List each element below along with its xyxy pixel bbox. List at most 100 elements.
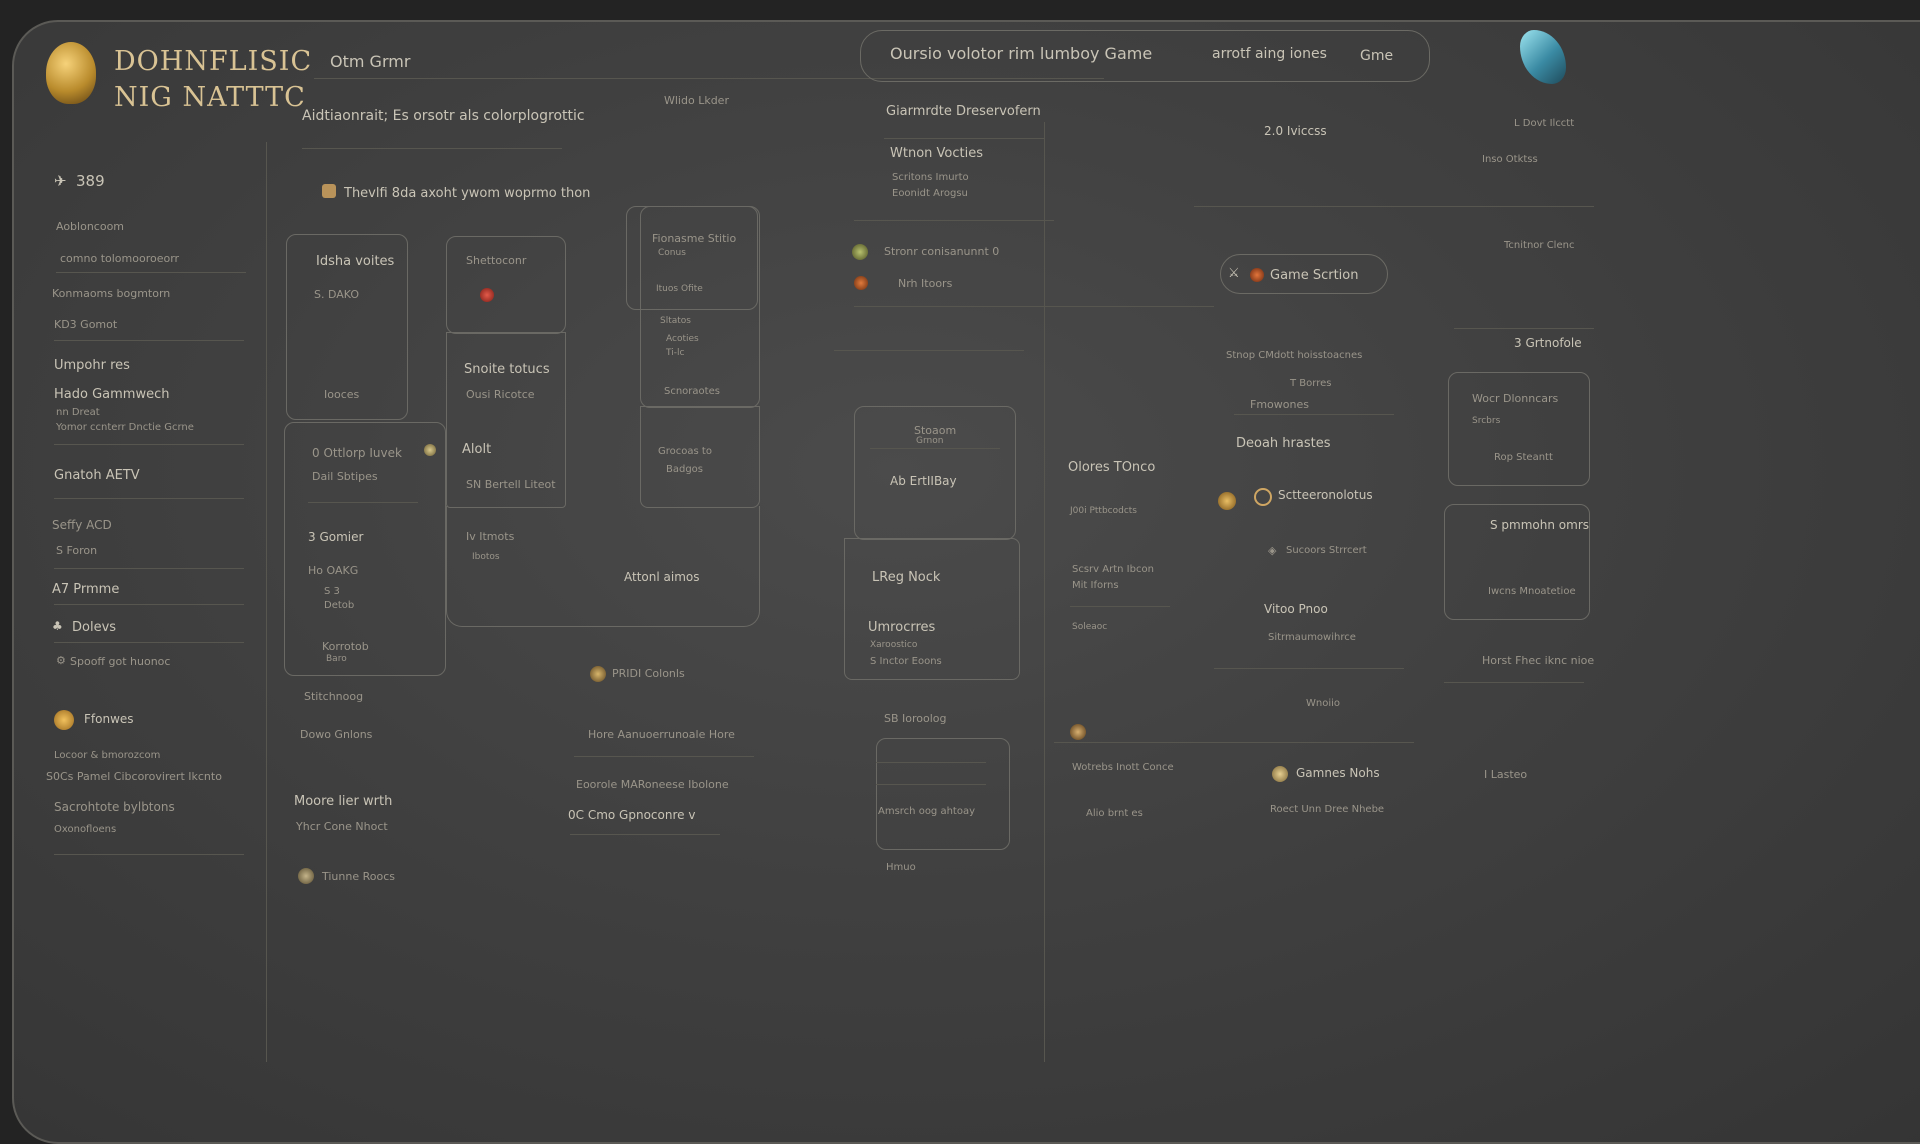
mr-divider	[884, 138, 1044, 139]
right-row: Deoah hrastes	[1236, 436, 1331, 451]
center-lower-label: Attonl aimos	[624, 570, 700, 584]
card-2-lower-title: Alolt	[462, 442, 492, 457]
mr-card-row: Ab ErtIIBay	[890, 474, 957, 488]
center-divider	[574, 756, 754, 757]
nav-divider	[54, 642, 244, 643]
card-1-title: Idsha voites	[316, 254, 395, 269]
card-3-row: Badgos	[666, 464, 704, 475]
badge-icon: ♣	[52, 619, 63, 633]
hore-label: Hore Aanuoerrunoale Hore	[588, 728, 735, 741]
right-st-label: Sctteeronolotus	[1278, 488, 1373, 502]
nav-divider	[54, 604, 244, 605]
mr-item-sub: Scritons Imurto	[892, 172, 969, 183]
stroke-label-2: Dowo Gnlons	[300, 728, 373, 741]
token-icon	[298, 868, 314, 884]
hint-icon	[322, 184, 336, 198]
card-1-foot: Iooces	[324, 388, 360, 401]
right-sh-label: Sucoors Strrcert	[1286, 545, 1367, 556]
ruby-icon	[480, 288, 494, 302]
mr-divider	[876, 784, 986, 785]
far-label: Srcbrs	[1472, 416, 1501, 426]
mr-item-title: Wtnon Vocties	[890, 146, 983, 161]
center-lower-panel	[446, 506, 760, 627]
glory-label: Olores TOnco	[1068, 460, 1156, 475]
gem-icon: ◈	[1268, 544, 1277, 557]
nav-item[interactable]: Locoor & bmorozcom	[54, 750, 160, 761]
far-label: Wocr Dlonncars	[1472, 392, 1559, 405]
coin-icon	[1272, 766, 1288, 782]
compass-icon	[852, 244, 868, 260]
mr-u-row: S Inctor Eoons	[870, 656, 942, 667]
far-card[interactable]	[1448, 372, 1590, 486]
nav-item[interactable]: Hado Gammwech	[54, 387, 169, 402]
right-divider	[1054, 742, 1414, 743]
sword-icon: ⚔	[1228, 266, 1240, 281]
brand-title: DOHNFLISIC	[114, 46, 313, 77]
mr-divider	[854, 220, 1054, 221]
card-4-title: 0 Ottlorp Iuvek	[312, 446, 402, 460]
nav-item[interactable]: Umpohr res	[54, 358, 130, 373]
game-button[interactable]: Gme	[1360, 48, 1393, 64]
right-divider	[1070, 606, 1170, 607]
nav-item[interactable]: Ffonwes	[84, 712, 134, 726]
nav-item[interactable]: Oxonofloens	[54, 824, 116, 835]
card-3-foot: Scnoraotes	[664, 386, 720, 397]
left-nav-count: 389	[76, 172, 105, 190]
far-label: 3 Grtnofole	[1514, 336, 1582, 350]
vitro-label: Vitoo Pnoo	[1264, 602, 1328, 616]
dc-label: 0C Cmo Gpnoconre v	[568, 808, 696, 822]
nav-item[interactable]: comno tolomooroeorr	[60, 252, 179, 265]
column-divider	[266, 142, 267, 1062]
card-3-row: Sltatos	[660, 316, 691, 326]
card-4-t7: Baro	[326, 654, 347, 664]
nav-item[interactable]: Gnatoh AETV	[54, 468, 140, 483]
nav-item[interactable]: Sacrohtote bylbtons	[54, 800, 175, 814]
nav-item[interactable]: KD3 Gomot	[54, 318, 117, 331]
nav-item[interactable]: S0Cs Pamel Cibcorovirert Ikcnto	[46, 770, 222, 783]
shield-icon	[54, 710, 74, 730]
gear-icon: ⚙	[56, 654, 66, 667]
nav-divider	[54, 340, 244, 341]
nav-item[interactable]: Konmaoms bogmtorn	[52, 287, 170, 300]
ring-icon	[1254, 488, 1272, 506]
nav-item[interactable]: Seffy ACD	[52, 518, 112, 532]
far-label: Horst Fhec iknc nioe	[1482, 654, 1595, 667]
nav-item[interactable]: Spooff got huonoc	[70, 655, 170, 668]
nav-item[interactable]: A7 Prmme	[52, 582, 119, 597]
game-section-label[interactable]: Game Scrtion	[1270, 268, 1358, 283]
nav-item[interactable]: Aobloncoom	[56, 220, 124, 233]
nav-divider	[54, 444, 244, 445]
card-3-lower[interactable]	[640, 406, 760, 508]
vitro-sub: Sitrmaumowihrce	[1268, 632, 1356, 643]
nav-link-home[interactable]: Otm Grmr	[330, 52, 410, 71]
card-2-mid-sub: Ousi Ricotce	[466, 388, 535, 401]
far-label: S pmmohn omrs	[1490, 518, 1590, 532]
mr-bottom: Hmuo	[886, 862, 916, 873]
more-label[interactable]: Moore lier wrth	[294, 794, 392, 809]
pin-label: PRIDI Colonls	[612, 667, 685, 680]
card-2[interactable]	[446, 236, 566, 334]
worn-label-3: Alio brnt es	[1086, 808, 1143, 819]
far-divider	[1454, 328, 1594, 329]
mr-mid-item: Amsrch oog ahtoay	[878, 806, 976, 817]
card-4-t6: Korrotob	[322, 640, 369, 653]
topbar-right-link[interactable]: arrotf aing iones	[1212, 46, 1327, 62]
right-sx3: Soleaoc	[1072, 622, 1108, 632]
far-label: Rop Steantt	[1494, 452, 1553, 463]
mr-card-sub: Grnon	[916, 436, 944, 446]
nav-item[interactable]: S Foron	[56, 544, 97, 557]
nav-item[interactable]: Dolevs	[72, 620, 116, 635]
mr-pin-label: Nrh Itoors	[898, 277, 953, 290]
card-4[interactable]	[284, 422, 446, 676]
nav-item[interactable]: nn Dreat	[56, 407, 100, 418]
nav-item[interactable]: Yomor ccnterr Dnctie Gcrne	[56, 422, 194, 433]
pin-icon	[590, 666, 606, 682]
orb-icon	[424, 444, 436, 456]
center-top-label: Wlido Lkder	[664, 94, 729, 107]
mr-bottom-card[interactable]	[876, 738, 1010, 850]
nav-divider	[54, 498, 244, 499]
brand-subtitle: NIG NATTTC	[114, 82, 306, 113]
right-count: 2.0 Iviccss	[1264, 124, 1327, 138]
mr-pin-label: Stronr conisanunnt 0	[884, 245, 1000, 258]
gamnes-label: Gamnes Nohs	[1296, 766, 1380, 780]
